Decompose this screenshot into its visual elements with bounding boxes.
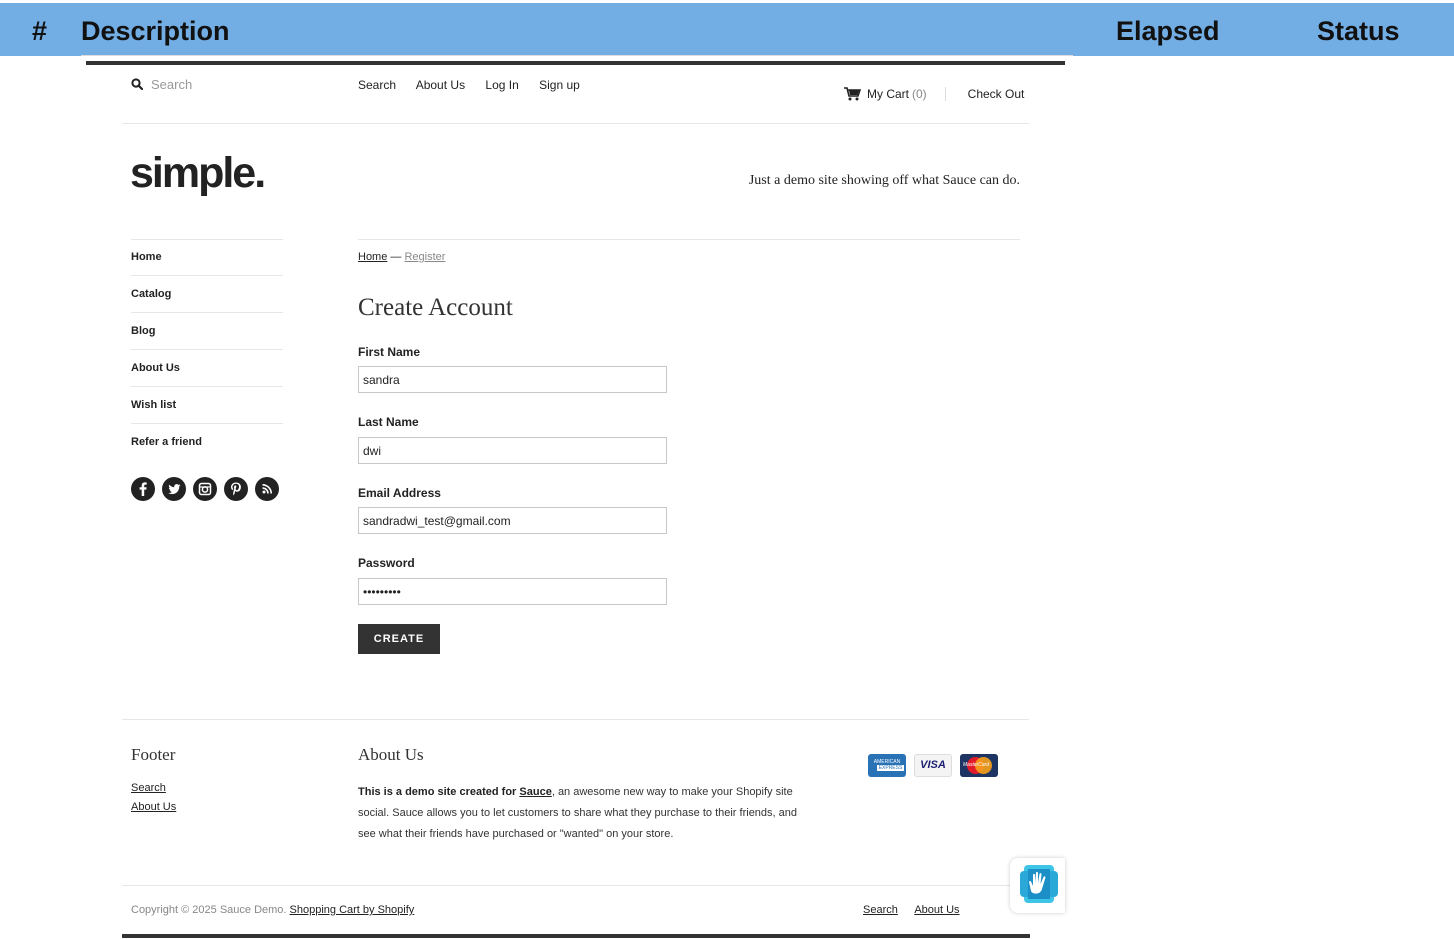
accessibility-widget[interactable]	[1010, 858, 1065, 913]
password-label: Password	[358, 556, 415, 570]
sidebar-item-wish-list[interactable]: Wish list	[131, 387, 283, 424]
mastercard-icon: MasterCard	[960, 754, 998, 777]
cart-separator	[944, 87, 946, 101]
first-name-field[interactable]	[358, 366, 667, 393]
sidebar-item-home[interactable]: Home	[131, 239, 283, 276]
sidebar-item-catalog[interactable]: Catalog	[131, 276, 283, 313]
payment-cards: AMERICAN EXPRESS VISA MasterCard	[868, 754, 998, 777]
footer-link-about-us[interactable]: About Us	[131, 801, 176, 813]
sidebar-item-blog[interactable]: Blog	[131, 313, 283, 350]
last-name-label: Last Name	[358, 415, 419, 429]
check-out-link[interactable]: Check Out	[968, 87, 1025, 101]
cart-label: My Cart	[867, 87, 909, 101]
facebook-icon[interactable]	[131, 477, 155, 501]
bottom-links: Search About Us	[863, 904, 974, 916]
rss-icon[interactable]	[255, 477, 279, 501]
bottom-divider	[122, 885, 1029, 886]
content-top-divider	[358, 239, 1020, 240]
page-title: Create Account	[358, 294, 513, 321]
footer-link-search[interactable]: Search	[131, 782, 176, 794]
top-nav: Search About Us Log In Sign up	[358, 78, 597, 92]
tagline: Just a demo site showing off what Sauce …	[748, 173, 1020, 188]
copyright-text: Copyright © 2025 Sauce Demo.	[131, 904, 287, 916]
top-rule	[86, 61, 1065, 65]
breadcrumb-separator: —	[390, 251, 402, 263]
cart-area: My Cart (0) Check Out	[844, 87, 1024, 101]
bottom-link-search[interactable]: Search	[863, 904, 898, 916]
store-page: Search About Us Log In Sign up My Cart(0…	[86, 61, 1065, 939]
amex-line2: EXPRESS	[877, 765, 904, 771]
amex-card-icon: AMERICAN EXPRESS	[868, 754, 906, 777]
breadcrumb: Home — Register	[358, 251, 445, 263]
visa-card-icon: VISA	[914, 754, 952, 777]
sidebar-item-refer-a-friend[interactable]: Refer a friend	[131, 424, 283, 460]
cart-icon	[844, 87, 861, 101]
footer-title: Footer	[131, 745, 176, 764]
sidebar-item-about-us[interactable]: About Us	[131, 350, 283, 387]
sidebar-nav: Home Catalog Blog About Us Wish list Ref…	[131, 239, 283, 460]
shopify-link[interactable]: Shopping Cart by Shopify	[290, 904, 415, 916]
cart-count: (0)	[912, 87, 927, 101]
top-nav-search[interactable]: Search	[358, 78, 396, 92]
footer-about-title: About Us	[358, 745, 424, 764]
password-field[interactable]	[358, 578, 667, 605]
breadcrumb-register[interactable]: Register	[404, 251, 445, 263]
bottom-rule	[122, 934, 1030, 938]
sauce-link[interactable]: Sauce	[519, 786, 551, 798]
top-nav-log-in[interactable]: Log In	[485, 78, 518, 92]
top-nav-sign-up[interactable]: Sign up	[539, 78, 580, 92]
report-divider	[81, 55, 1073, 56]
twitter-icon[interactable]	[162, 477, 186, 501]
email-label: Email Address	[358, 486, 441, 500]
header-divider	[122, 123, 1029, 124]
column-description: Description	[81, 16, 230, 46]
copyright: Copyright © 2025 Sauce Demo. Shopping Ca…	[131, 904, 414, 916]
pinterest-icon[interactable]	[224, 477, 248, 501]
breadcrumb-home[interactable]: Home	[358, 251, 387, 263]
my-cart-link[interactable]: My Cart (0)	[867, 87, 927, 101]
column-elapsed: Elapsed	[1116, 16, 1220, 46]
report-header: # Description Elapsed Status	[0, 3, 1454, 56]
footer-links: Search About Us	[131, 782, 176, 820]
create-button[interactable]: CREATE	[358, 624, 440, 654]
logo[interactable]: simple.	[130, 149, 266, 198]
bottom-link-about-us[interactable]: About Us	[914, 904, 959, 916]
mastercard-text: MasterCard	[963, 762, 990, 768]
column-status: Status	[1317, 16, 1400, 46]
first-name-label: First Name	[358, 345, 421, 359]
footer-top-divider	[122, 719, 1029, 720]
about-bold-text: This is a demo site created for	[358, 786, 517, 798]
about-text: This is a demo site created for Sauce, a…	[358, 782, 798, 845]
column-hash: #	[32, 16, 48, 46]
top-nav-about-us[interactable]: About Us	[416, 78, 465, 92]
last-name-field[interactable]	[358, 437, 667, 464]
instagram-icon[interactable]	[193, 477, 217, 501]
email-field[interactable]	[358, 507, 667, 534]
search-icon	[131, 78, 143, 90]
search-input[interactable]	[151, 74, 331, 94]
hand-icon	[1020, 865, 1058, 903]
social-links	[131, 477, 279, 501]
